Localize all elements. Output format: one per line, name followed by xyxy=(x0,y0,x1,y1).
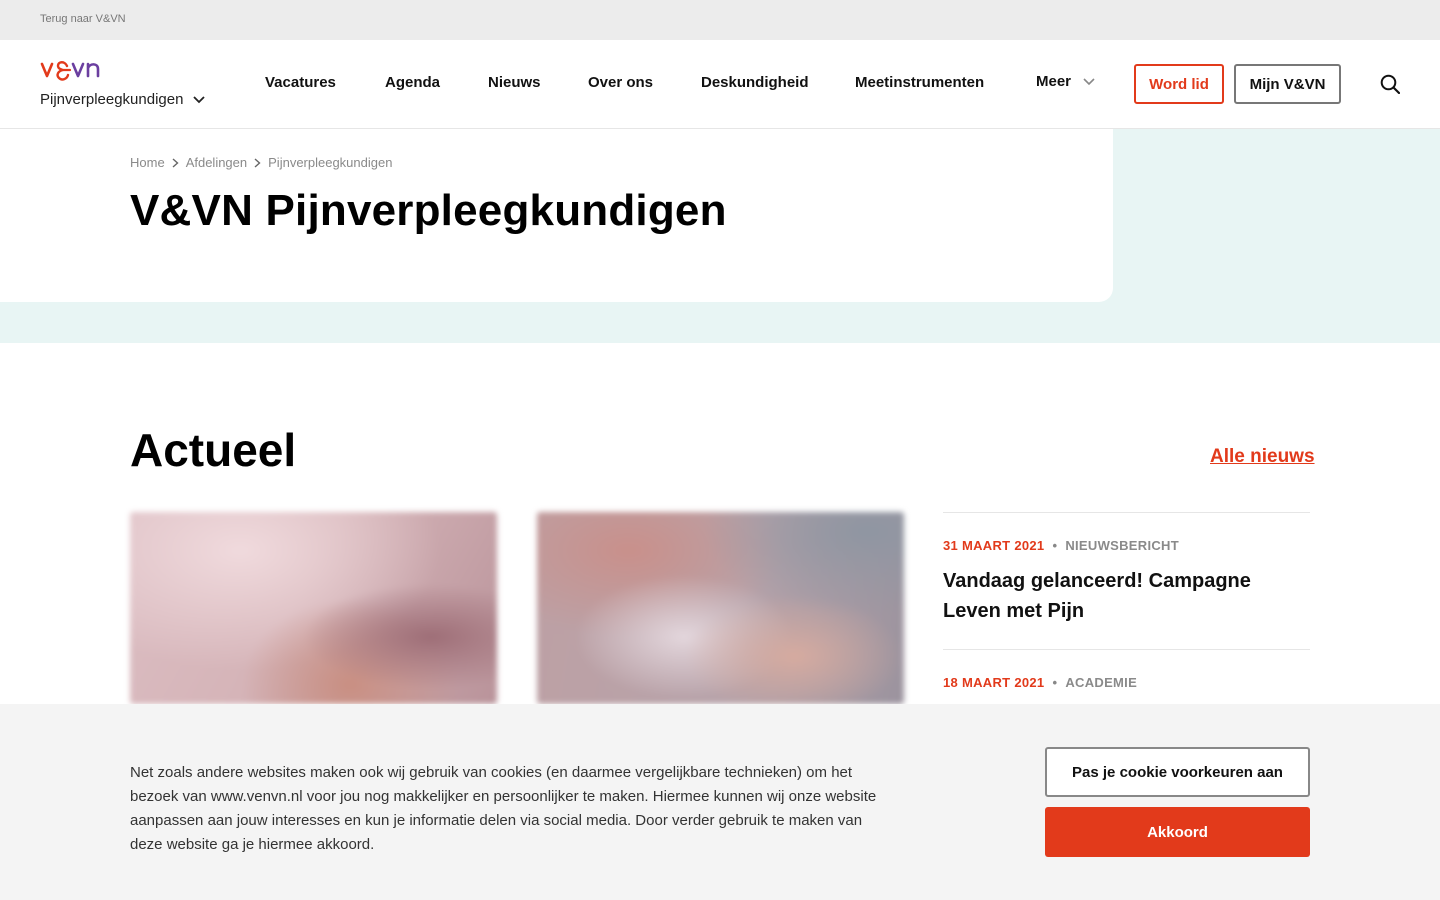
nav-nieuws[interactable]: Nieuws xyxy=(488,74,541,91)
news-category: ACADEMIE xyxy=(1065,675,1138,690)
news-date: 18 MAART 2021 xyxy=(943,675,1045,690)
cookie-banner: Net zoals andere websites maken ook wij … xyxy=(0,704,1440,900)
mijn-venvn-button[interactable]: Mijn V&VN xyxy=(1234,64,1341,104)
news-date: 31 MAART 2021 xyxy=(943,538,1045,553)
alle-nieuws-link[interactable]: Alle nieuws xyxy=(1210,446,1315,468)
separator-dot: • xyxy=(1052,675,1058,690)
actueel-heading: Actueel xyxy=(130,424,297,476)
news-image-card[interactable] xyxy=(130,512,497,704)
breadcrumb-afdelingen[interactable]: Afdelingen xyxy=(186,155,247,170)
cookie-preferences-button[interactable]: Pas je cookie voorkeuren aan xyxy=(1045,747,1310,797)
top-bar: Terug naar V&VN xyxy=(0,0,1440,40)
news-category: NIEUWSBERICHT xyxy=(1065,538,1179,553)
nav-meer-label: Meer xyxy=(1036,73,1072,90)
site-header: Pijnverpleegkundigen Vacatures Agenda Ni… xyxy=(0,40,1440,129)
venvn-logo[interactable] xyxy=(40,57,112,83)
separator-dot: • xyxy=(1052,538,1058,553)
word-lid-button[interactable]: Word lid xyxy=(1134,64,1224,104)
news-title-link[interactable]: Vandaag gelanceerd! Campagne Leven met P… xyxy=(943,566,1303,626)
news-image-card[interactable] xyxy=(537,512,904,704)
department-selector[interactable]: Pijnverpleegkundigen xyxy=(40,91,206,108)
department-label: Pijnverpleegkundigen xyxy=(40,91,184,108)
cookie-text: Net zoals andere websites maken ook wij … xyxy=(130,764,877,853)
nav-agenda[interactable]: Agenda xyxy=(385,74,440,91)
chevron-down-icon xyxy=(1083,77,1095,85)
breadcrumb-home[interactable]: Home xyxy=(130,155,165,170)
breadcrumb: Home Afdelingen Pijnverpleegkundigen xyxy=(130,155,392,170)
nav-meetinstrumenten[interactable]: Meetinstrumenten xyxy=(855,74,984,91)
divider xyxy=(943,512,1310,513)
news-meta: 18 MAART 2021 • ACADEMIE xyxy=(943,675,1137,690)
breadcrumb-current: Pijnverpleegkundigen xyxy=(268,155,393,170)
nav-deskundigheid[interactable]: Deskundigheid xyxy=(701,74,809,91)
chevron-down-icon xyxy=(193,95,206,103)
search-icon[interactable] xyxy=(1380,74,1400,94)
cookie-accept-button[interactable]: Akkoord xyxy=(1045,807,1310,857)
nav-over-ons[interactable]: Over ons xyxy=(588,74,653,91)
news-meta: 31 MAART 2021 • NIEUWSBERICHT xyxy=(943,538,1179,553)
nav-meer[interactable]: Meer xyxy=(1036,73,1095,90)
back-to-venvn-link[interactable]: Terug naar V&VN xyxy=(40,13,126,25)
chevron-right-icon xyxy=(172,157,179,168)
chevron-right-icon xyxy=(254,157,261,168)
page-title: V&VN Pijnverpleegkundigen xyxy=(130,186,727,235)
divider xyxy=(943,649,1310,650)
nav-vacatures[interactable]: Vacatures xyxy=(265,74,336,91)
